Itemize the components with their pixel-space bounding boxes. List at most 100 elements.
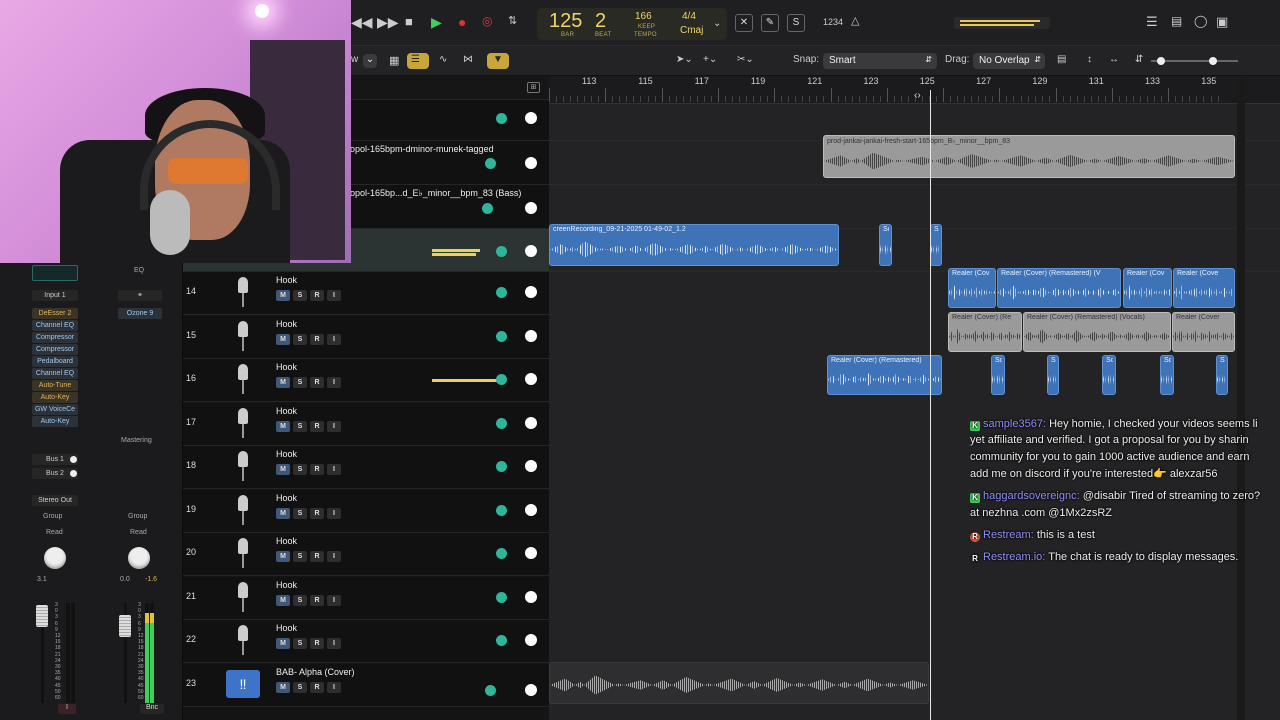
cycle-icon[interactable]: ⇅: [508, 14, 517, 27]
region-s[interactable]: S: [930, 224, 942, 266]
plugin-slot-3[interactable]: Compressor: [32, 332, 78, 343]
record-button[interactable]: R: [310, 594, 324, 606]
input-monitor-dot[interactable]: [496, 417, 507, 429]
mute-button[interactable]: M: [276, 638, 290, 649]
region-alpha-cover[interactable]: [549, 662, 929, 704]
region-sc-4[interactable]: Sc: [1160, 355, 1174, 395]
track-row[interactable]: 22 Hook M S R I: [183, 620, 549, 663]
record-enable-dot[interactable]: [525, 329, 537, 342]
bus-1-knob[interactable]: [70, 456, 77, 463]
input-button[interactable]: I: [327, 377, 341, 388]
track-row[interactable]: 16 Hook M S R I: [183, 359, 549, 402]
rewind-icon[interactable]: ◀◀: [351, 14, 373, 31]
bounce-button[interactable]: Bnc: [140, 704, 164, 714]
pointer-tool-icon[interactable]: ➤⌄: [676, 54, 693, 65]
link-icon[interactable]: ⚭: [118, 290, 162, 301]
track-row[interactable]: 23 ‼ BAB- Alpha (Cover) M S R I: [183, 663, 549, 707]
region-sc-2[interactable]: Sc: [991, 355, 1005, 395]
count-in[interactable]: 1234: [823, 17, 843, 27]
volume-fader-right[interactable]: [119, 615, 131, 637]
mute-button[interactable]: M: [276, 333, 290, 345]
play-icon[interactable]: ▶: [431, 14, 442, 31]
record-button[interactable]: R: [310, 507, 324, 519]
input-monitor-dot[interactable]: [496, 461, 507, 472]
add-track-icon[interactable]: ⊞: [527, 82, 540, 93]
playhead[interactable]: [930, 90, 931, 720]
record-enable-dot[interactable]: [525, 416, 537, 429]
record-enable-dot[interactable]: [525, 634, 537, 646]
list-editor-icon[interactable]: ☰: [1146, 14, 1158, 30]
plugin-slot-8[interactable]: Auto-Key: [32, 392, 78, 403]
horizontal-zoom-slider[interactable]: [1209, 57, 1238, 65]
mute-button[interactable]: M: [276, 377, 290, 388]
input-button[interactable]: I: [327, 290, 341, 301]
vertical-zoom-icon[interactable]: ↕: [1087, 54, 1092, 65]
record-button[interactable]: R: [310, 333, 324, 345]
plugin-slot-4[interactable]: Compressor: [32, 344, 78, 355]
input-button[interactable]: I: [327, 551, 341, 562]
record-enable-dot[interactable]: [525, 286, 537, 298]
track-row[interactable]: 17 Hook M S R I: [183, 402, 549, 446]
output-slot[interactable]: Stereo Out: [32, 495, 78, 506]
record-enable-dot[interactable]: [525, 202, 537, 214]
metronome-icon[interactable]: △: [851, 14, 859, 27]
solo-button[interactable]: S: [293, 551, 307, 562]
capture-record-icon[interactable]: ◎: [482, 14, 492, 28]
record-button[interactable]: R: [310, 681, 324, 693]
notepad-icon[interactable]: ▤: [1171, 14, 1182, 28]
plugin-slot-10[interactable]: Auto-Key: [32, 416, 78, 427]
plugin-slot-2[interactable]: Channel EQ: [32, 320, 78, 331]
mute-button[interactable]: M: [276, 507, 290, 519]
input-button[interactable]: I: [327, 464, 341, 475]
vertical-zoom-slider[interactable]: [1151, 57, 1211, 65]
flex-icon[interactable]: ⋈: [463, 54, 473, 65]
volume-slider[interactable]: [432, 379, 506, 382]
lcd-chevron-down-icon[interactable]: ⌄: [713, 18, 721, 29]
automation-icon[interactable]: ∿: [439, 54, 447, 65]
input-button[interactable]: I: [327, 594, 341, 606]
input-monitor-dot[interactable]: [496, 635, 507, 646]
input-monitor-dot[interactable]: [485, 684, 496, 696]
record-button[interactable]: R: [310, 551, 324, 562]
record-enable-dot[interactable]: [525, 245, 537, 257]
catch-icon[interactable]: ▼: [487, 53, 509, 69]
solo-button[interactable]: S: [293, 333, 307, 345]
input-button[interactable]: I: [327, 333, 341, 345]
track-row[interactable]: 14 Hook M S R I: [183, 272, 549, 315]
record-enable-dot[interactable]: [525, 590, 537, 603]
mute-button[interactable]: M: [276, 681, 290, 693]
record-enable-dot[interactable]: [525, 157, 537, 169]
input-monitor-dot[interactable]: [496, 374, 507, 385]
playhead-handle-icon[interactable]: ‹›: [914, 90, 934, 102]
view-chevron-icon[interactable]: ⌄: [363, 54, 377, 68]
snap-select[interactable]: Smart ⇵: [823, 53, 937, 69]
loop-browser-icon[interactable]: ◯: [1194, 14, 1207, 28]
replace-icon[interactable]: ✕: [735, 14, 753, 32]
solo-button[interactable]: S: [293, 290, 307, 301]
region-realer-5[interactable]: Realer (Cover) (Re: [948, 312, 1022, 352]
plugin-slot-1[interactable]: DeEsser 2: [32, 308, 78, 319]
region-beat[interactable]: prod-jankai-jankai-fresh-start-165bpm_B♭…: [823, 135, 1235, 178]
solo-button[interactable]: S: [293, 638, 307, 649]
region-realer-8[interactable]: Realer (Cover) (Remastered): [827, 355, 942, 395]
plugin-slot-6[interactable]: Channel EQ: [32, 368, 78, 379]
input-monitor-dot[interactable]: [496, 548, 507, 559]
track-row[interactable]: 20 Hook M S R I: [183, 533, 549, 576]
solo-button[interactable]: S: [293, 420, 307, 432]
input-button[interactable]: I: [327, 681, 341, 693]
region-realer-6[interactable]: Realer (Cover) (Remastered) (Vocals): [1023, 312, 1171, 352]
automation-read-left[interactable]: Read: [46, 529, 63, 536]
list-view-icon[interactable]: ☰: [407, 53, 429, 69]
plugin-slot-9[interactable]: GW VoiceCe: [32, 404, 78, 415]
group-right[interactable]: Group: [128, 513, 147, 520]
volume-fader-left[interactable]: [36, 605, 48, 627]
view-menu[interactable]: w: [351, 54, 358, 65]
vertical-scrollbar[interactable]: [1237, 76, 1245, 720]
record-enable-dot[interactable]: [525, 547, 537, 559]
bus-2-knob[interactable]: [70, 470, 77, 477]
plugin-slot-7[interactable]: Auto-Tune: [32, 380, 78, 391]
input-monitor-dot[interactable]: [482, 203, 493, 214]
solo-button[interactable]: S: [293, 681, 307, 693]
automation-read-right[interactable]: Read: [130, 529, 147, 536]
mute-button[interactable]: M: [276, 290, 290, 301]
